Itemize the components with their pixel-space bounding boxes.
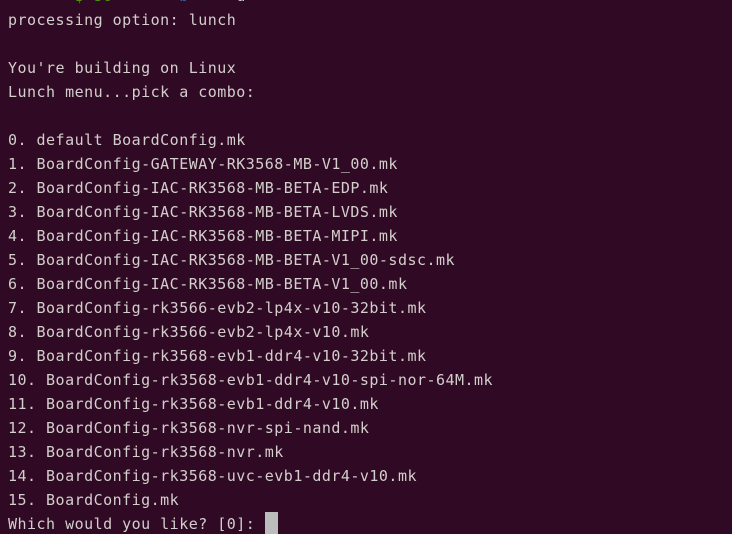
menu-item-11[interactable]: 11. BoardConfig-rk3568-evb1-ddr4-v10.mk: [8, 392, 732, 416]
menu-item-13[interactable]: 13. BoardConfig-rk3568-nvr.mk: [8, 440, 732, 464]
menu-item-7[interactable]: 7. BoardConfig-rk3566-evb2-lp4x-v10-32bi…: [8, 296, 732, 320]
scrollback-blue-fragment: b: [179, 0, 189, 5]
menu-item-12[interactable]: 12. BoardConfig-rk3568-nvr-spi-nand.mk: [8, 416, 732, 440]
prompt-line[interactable]: Which would you like? [0]:: [8, 512, 732, 534]
menu-item-15[interactable]: 15. BoardConfig.mk: [8, 488, 732, 512]
prompt-text: Which would you like? [0]:: [8, 515, 265, 533]
menu-item-1[interactable]: 1. BoardConfig-GATEWAY-RK3568-MB-V1_00.m…: [8, 152, 732, 176]
output-line-building-on: You're building on Linux: [8, 59, 237, 77]
menu-item-3[interactable]: 3. BoardConfig-IAC-RK3568-MB-BETA-LVDS.m…: [8, 200, 732, 224]
terminal-window[interactable]: $ so b u processing option: lunch You're…: [0, 0, 732, 534]
terminal-screen: $ so b u processing option: lunch You're…: [8, 0, 732, 534]
menu-item-5[interactable]: 5. BoardConfig-IAC-RK3568-MB-BETA-V1_00-…: [8, 248, 732, 272]
menu-item-2[interactable]: 2. BoardConfig-IAC-RK3568-MB-BETA-EDP.mk: [8, 176, 732, 200]
menu-item-4[interactable]: 4. BoardConfig-IAC-RK3568-MB-BETA-MIPI.m…: [8, 224, 732, 248]
output-line-processing-option: processing option: lunch: [8, 11, 237, 29]
menu-item-8[interactable]: 8. BoardConfig-rk3566-evb2-lp4x-v10.mk: [8, 320, 732, 344]
scrollback-gap-2: [189, 0, 237, 5]
scrollback-plain-fragment: u: [236, 0, 246, 5]
scrollback-indent: [8, 0, 75, 5]
menu-item-14[interactable]: 14. BoardConfig-rk3568-uvc-evb1-ddr4-v10…: [8, 464, 732, 488]
scrollback-green-fragment: $ so: [75, 0, 113, 5]
menu-item-9[interactable]: 9. BoardConfig-rk3568-evb1-ddr4-v10-32bi…: [8, 344, 732, 368]
scrolled-off-line: $ so b u: [8, 0, 732, 8]
output-line-lunch-menu-header: Lunch menu...pick a combo:: [8, 83, 256, 101]
menu-item-6[interactable]: 6. BoardConfig-IAC-RK3568-MB-BETA-V1_00.…: [8, 272, 732, 296]
menu-item-10[interactable]: 10. BoardConfig-rk3568-evb1-ddr4-v10-spi…: [8, 368, 732, 392]
menu-item-0[interactable]: 0. default BoardConfig.mk: [8, 128, 732, 152]
scrollback-gap: [113, 0, 180, 5]
text-cursor: [265, 512, 278, 534]
